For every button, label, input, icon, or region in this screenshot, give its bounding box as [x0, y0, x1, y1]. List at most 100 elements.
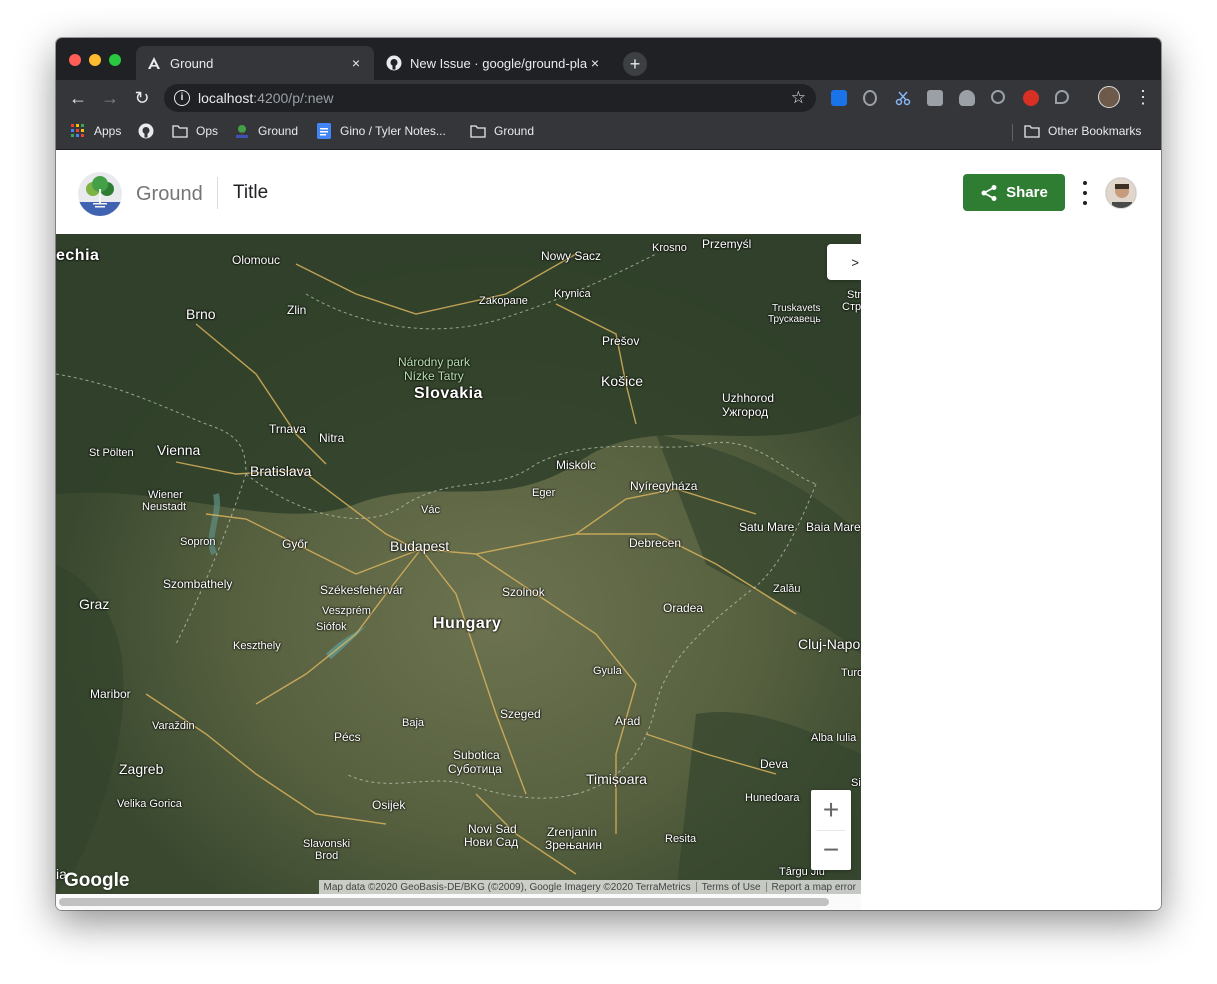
- map-label: Subotica: [453, 748, 500, 762]
- side-panel-toggle-button[interactable]: >: [827, 244, 861, 280]
- map-label: Nitra: [319, 431, 345, 445]
- forward-button[interactable]: →: [100, 88, 120, 108]
- map-label: Зрењанин: [545, 838, 602, 852]
- window-minimize-button[interactable]: [89, 54, 101, 66]
- map-label: Ужгород: [722, 405, 769, 419]
- bookmark-ground[interactable]: Ground: [234, 123, 298, 139]
- map-label: Krynica: [554, 288, 591, 300]
- map-label: Győr: [282, 537, 309, 551]
- map-label: Maribor: [90, 687, 131, 701]
- browser-window: Ground × New Issue · google/ground-pla ×…: [56, 38, 1161, 910]
- bookmark-github[interactable]: [138, 123, 162, 139]
- header-divider: [217, 177, 218, 209]
- map-label: Wiener: [148, 489, 183, 501]
- scrollbar-thumb[interactable]: [59, 898, 829, 906]
- app-brand: Ground: [136, 183, 203, 205]
- extension-robot-icon[interactable]: [927, 90, 943, 106]
- map-label: Nowy Sacz: [541, 249, 602, 263]
- ground-logo[interactable]: [78, 172, 122, 216]
- bookmark-apps[interactable]: Apps: [70, 123, 121, 139]
- side-panel: [861, 234, 1161, 910]
- share-label: Share: [1006, 184, 1048, 201]
- new-tab-button[interactable]: +: [623, 52, 647, 76]
- report-error-link[interactable]: Report a map error: [767, 882, 861, 893]
- map-label: Szolnok: [502, 585, 545, 599]
- map-label: Slovakia: [414, 385, 483, 402]
- project-title[interactable]: Title: [233, 182, 268, 204]
- bookmark-ground-folder[interactable]: Ground: [470, 123, 534, 139]
- extension-scissors-icon[interactable]: [895, 90, 911, 106]
- satellite-imagery: [56, 234, 861, 894]
- window-maximize-button[interactable]: [109, 54, 121, 66]
- map-label: Sopron: [180, 536, 216, 548]
- map-label: Slavonski: [303, 838, 351, 850]
- map-label: Przemyśl: [702, 237, 752, 251]
- bookmark-ops[interactable]: Ops: [172, 123, 218, 139]
- extension-red-icon[interactable]: [1023, 90, 1039, 106]
- browser-menu-icon[interactable]: ⋮: [1134, 88, 1152, 106]
- app-header: Ground Title Share: [56, 150, 1161, 234]
- app-page: Ground Title Share echia Olomouc Nowy Sa…: [56, 150, 1161, 910]
- map-label: Hunedoara: [745, 792, 800, 804]
- google-logo: Google: [64, 870, 130, 891]
- map-label: Deva: [760, 757, 789, 771]
- map-label: Brod: [315, 850, 339, 862]
- bookmark-label: Other Bookmarks: [1048, 124, 1142, 138]
- profile-avatar[interactable]: [1098, 86, 1120, 108]
- terms-link[interactable]: Terms of Use: [697, 882, 766, 893]
- map-label: Str: [847, 289, 861, 301]
- extension-location-icon[interactable]: [1055, 90, 1069, 104]
- google-docs-icon: [316, 123, 332, 139]
- map-label: St Pölten: [89, 447, 134, 459]
- zoom-out-button[interactable]: −: [811, 830, 851, 870]
- bookmark-label: Gino / Tyler Notes...: [340, 124, 446, 138]
- map-canvas[interactable]: echia Olomouc Nowy Sacz Krosno Przemyśl …: [56, 234, 861, 894]
- address-bar[interactable]: i localhost:4200/p/:new ☆: [164, 84, 816, 112]
- url-host: localhost: [198, 90, 254, 106]
- github-icon: [138, 123, 154, 139]
- map-label: Hungary: [433, 615, 502, 632]
- share-button[interactable]: Share: [963, 174, 1065, 211]
- tab-ground[interactable]: Ground ×: [136, 46, 374, 80]
- map-label: Timișoara: [586, 771, 647, 787]
- other-bookmarks[interactable]: Other Bookmarks: [1024, 123, 1141, 139]
- extension-search-icon[interactable]: [991, 90, 1005, 104]
- map-label: Нови Сад: [464, 835, 519, 849]
- info-icon[interactable]: i: [174, 90, 190, 106]
- map-label: Szeged: [500, 707, 541, 721]
- map-label: Graz: [79, 596, 110, 612]
- map-label: Alba Iulia: [811, 732, 857, 744]
- map-label: Košice: [601, 373, 644, 389]
- bookmark-notes[interactable]: Gino / Tyler Notes...: [316, 123, 446, 139]
- map-label: Zagreb: [119, 761, 164, 777]
- zoom-in-button[interactable]: +: [811, 790, 851, 830]
- tab-close-icon[interactable]: ×: [587, 55, 603, 71]
- map-label: Nyíregyháza: [630, 479, 698, 493]
- bookmarks-divider: [1012, 124, 1013, 141]
- back-button[interactable]: ←: [68, 88, 88, 108]
- reload-button[interactable]: ↻: [132, 88, 152, 108]
- extension-octocat-icon[interactable]: [959, 90, 975, 106]
- github-icon: [386, 55, 402, 71]
- map-label: Nízke Tatry: [404, 369, 464, 383]
- bookmark-star-icon[interactable]: ☆: [791, 88, 806, 108]
- map-label: Pécs: [334, 730, 361, 744]
- map-label: Novi Sad: [468, 822, 517, 836]
- extension-o-icon[interactable]: [863, 90, 877, 106]
- zoom-separator: [817, 830, 845, 831]
- ground-favicon-icon: [234, 123, 250, 139]
- window-close-button[interactable]: [69, 54, 81, 66]
- map-label: Neustadt: [142, 501, 187, 513]
- tab-close-icon[interactable]: ×: [348, 55, 364, 71]
- map-label: echia: [56, 247, 100, 264]
- tab-new-issue[interactable]: New Issue · google/ground-pla ×: [376, 46, 613, 80]
- user-avatar[interactable]: [1105, 177, 1137, 209]
- more-options-icon[interactable]: [1077, 181, 1093, 205]
- map-label: Siófok: [316, 621, 347, 633]
- horizontal-scrollbar[interactable]: [56, 894, 861, 910]
- extension-checkmark-icon[interactable]: [831, 90, 847, 106]
- map-label: Суботица: [448, 762, 502, 776]
- map-label: Resita: [665, 833, 697, 845]
- map-label: Velika Gorica: [117, 798, 182, 810]
- map-label: Krosno: [652, 242, 687, 254]
